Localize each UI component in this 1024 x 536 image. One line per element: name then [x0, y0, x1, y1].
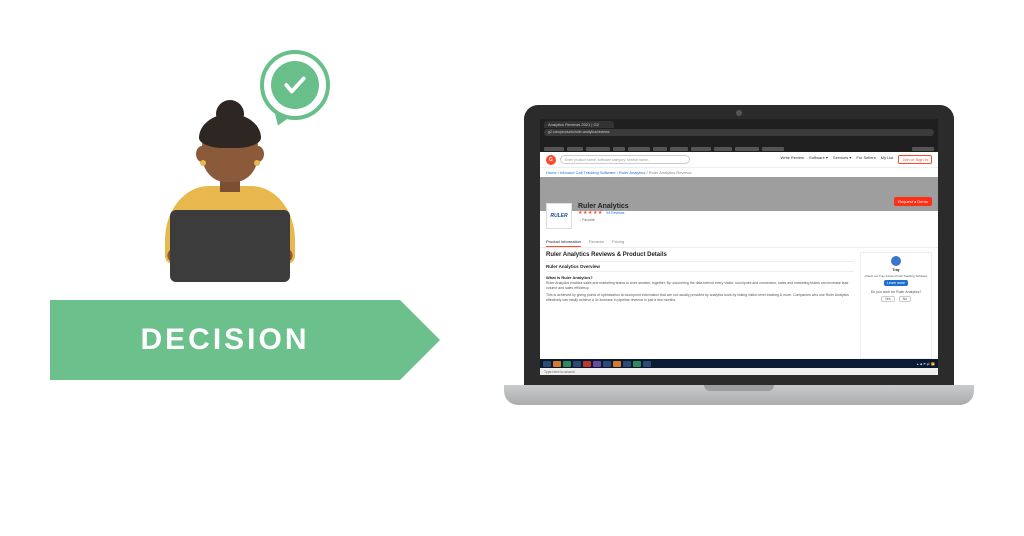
- content-row: Ruler Analytics Reviews & Product Detail…: [540, 248, 938, 359]
- sidebar-card: Tray Check out Tray Inbound Call Trackin…: [860, 252, 932, 359]
- no-button[interactable]: No: [899, 296, 911, 302]
- nav-my-list[interactable]: My List: [881, 155, 894, 164]
- laptop-icon: [170, 210, 290, 282]
- heart-icon: ♡: [578, 218, 581, 222]
- url-bar[interactable]: g2.com/products/ruler-analytics/reviews: [544, 129, 934, 136]
- taskbar-item[interactable]: [543, 361, 551, 367]
- page-title: Ruler Analytics Reviews & Product Detail…: [546, 252, 854, 258]
- tab-product-info[interactable]: Product Information: [546, 239, 581, 247]
- request-demo-button[interactable]: Request a Demo: [894, 197, 932, 206]
- nav-for-sellers[interactable]: For Sellers: [856, 155, 875, 164]
- bookmark-item[interactable]: [735, 147, 759, 151]
- content-main: Ruler Analytics Reviews & Product Detail…: [540, 248, 860, 359]
- taskbar-item[interactable]: [563, 361, 571, 367]
- breadcrumb-part[interactable]: Ruler Analytics: [619, 170, 645, 175]
- breadcrumb-current: Ruler Analytics Reviews: [649, 170, 692, 175]
- product-title: Ruler Analytics: [578, 203, 629, 210]
- partner-sub: Check out Tray Inbound Call Tracking Sof…: [864, 274, 928, 278]
- bookmark-item[interactable]: [544, 147, 564, 151]
- bookmark-item[interactable]: [567, 147, 583, 151]
- camera-dot-icon: [736, 110, 742, 116]
- review-count[interactable]: 94 Reviews: [606, 211, 624, 215]
- decision-arrow-banner: DECISION: [50, 300, 400, 380]
- taskbar-item[interactable]: [603, 361, 611, 367]
- g2-site: G Enter product name, software category,…: [540, 152, 938, 359]
- nav-write-review[interactable]: Write Review: [781, 155, 805, 164]
- browser-tab[interactable]: Analytics Reviews 2021 | G2: [544, 121, 614, 128]
- bookmark-item[interactable]: [628, 147, 650, 151]
- bookmark-item[interactable]: [762, 147, 784, 151]
- partner-name: Tray: [864, 268, 928, 272]
- product-tabs: Product Information Reviews Pricing: [540, 239, 938, 248]
- breadcrumb-part[interactable]: Inbound Call Tracking Software: [560, 170, 616, 175]
- signup-button[interactable]: Join or Sign In: [898, 155, 932, 164]
- taskbar-item[interactable]: [643, 361, 651, 367]
- tab-pricing[interactable]: Pricing: [612, 239, 624, 247]
- nav-services[interactable]: Services ▾: [833, 155, 851, 164]
- bookmark-item[interactable]: [691, 147, 711, 151]
- site-topbar: G Enter product name, software category,…: [540, 152, 938, 168]
- browser-chrome: Analytics Reviews 2021 | G2 g2.com/produ…: [540, 119, 938, 145]
- person-illustration: [120, 60, 340, 280]
- taskbar-item[interactable]: [623, 361, 631, 367]
- bookmark-item[interactable]: [670, 147, 688, 151]
- what-is-heading: What is Ruler Analytics?: [546, 275, 854, 280]
- work-here-question: Do you work for Ruler Analytics?: [864, 290, 928, 294]
- breadcrumb: Home / Inbound Call Tracking Software / …: [540, 168, 938, 177]
- bookmark-item[interactable]: [714, 147, 732, 151]
- yes-button[interactable]: Yes: [881, 296, 895, 302]
- os-search-hint[interactable]: Type here to search: [540, 368, 938, 375]
- favorite-button[interactable]: ♡ Favorite: [578, 218, 629, 222]
- os-taskbar: ▲ ◆ ⚑ 🔊 📶: [540, 359, 938, 368]
- bookmark-item[interactable]: [586, 147, 610, 151]
- taskbar-item[interactable]: [593, 361, 601, 367]
- overview-heading: Ruler Analytics Overview: [546, 261, 854, 272]
- product-header: RULER Ruler Analytics ★★★★★ 94 Reviews ♡…: [540, 199, 938, 233]
- bookmark-item[interactable]: [613, 147, 625, 151]
- star-rating-icon: ★★★★★: [578, 210, 603, 216]
- taskbar-item[interactable]: [633, 361, 641, 367]
- site-nav: Write Review Software ▾ Services ▾ For S…: [781, 155, 932, 164]
- overview-paragraph: This is achieved by giving points of opt…: [546, 293, 854, 303]
- breadcrumb-part[interactable]: Home: [546, 170, 557, 175]
- site-search-input[interactable]: Enter product name, software category, s…: [560, 155, 690, 164]
- laptop-base: [504, 385, 974, 405]
- taskbar-item[interactable]: [573, 361, 581, 367]
- product-logo: RULER: [546, 203, 572, 229]
- g2-logo-icon[interactable]: G: [546, 155, 556, 165]
- screen-content: Analytics Reviews 2021 | G2 g2.com/produ…: [540, 119, 938, 375]
- overview-paragraph: Ruler Analytics enables sales and market…: [546, 281, 854, 291]
- bookmarks-bar: [540, 145, 938, 152]
- product-meta: Ruler Analytics ★★★★★ 94 Reviews ♡ Favor…: [578, 203, 629, 222]
- taskbar-item[interactable]: [583, 361, 591, 367]
- bookmark-item[interactable]: [912, 147, 934, 151]
- laptop-screen-frame: Analytics Reviews 2021 | G2 g2.com/produ…: [524, 105, 954, 385]
- decision-label: DECISION: [140, 323, 309, 357]
- bookmark-item[interactable]: [653, 147, 667, 151]
- laptop-mockup: Analytics Reviews 2021 | G2 g2.com/produ…: [504, 105, 974, 405]
- taskbar-item[interactable]: [553, 361, 561, 367]
- left-illustration-panel: DECISION: [50, 60, 410, 380]
- learn-more-button[interactable]: Learn more: [884, 280, 908, 286]
- taskbar-tray[interactable]: ▲ ◆ ⚑ 🔊 📶: [916, 362, 935, 366]
- person-with-laptop: [145, 100, 315, 280]
- taskbar-item[interactable]: [613, 361, 621, 367]
- partner-logo-icon: [891, 256, 901, 266]
- tab-reviews[interactable]: Reviews: [589, 239, 604, 247]
- nav-software[interactable]: Software ▾: [809, 155, 828, 164]
